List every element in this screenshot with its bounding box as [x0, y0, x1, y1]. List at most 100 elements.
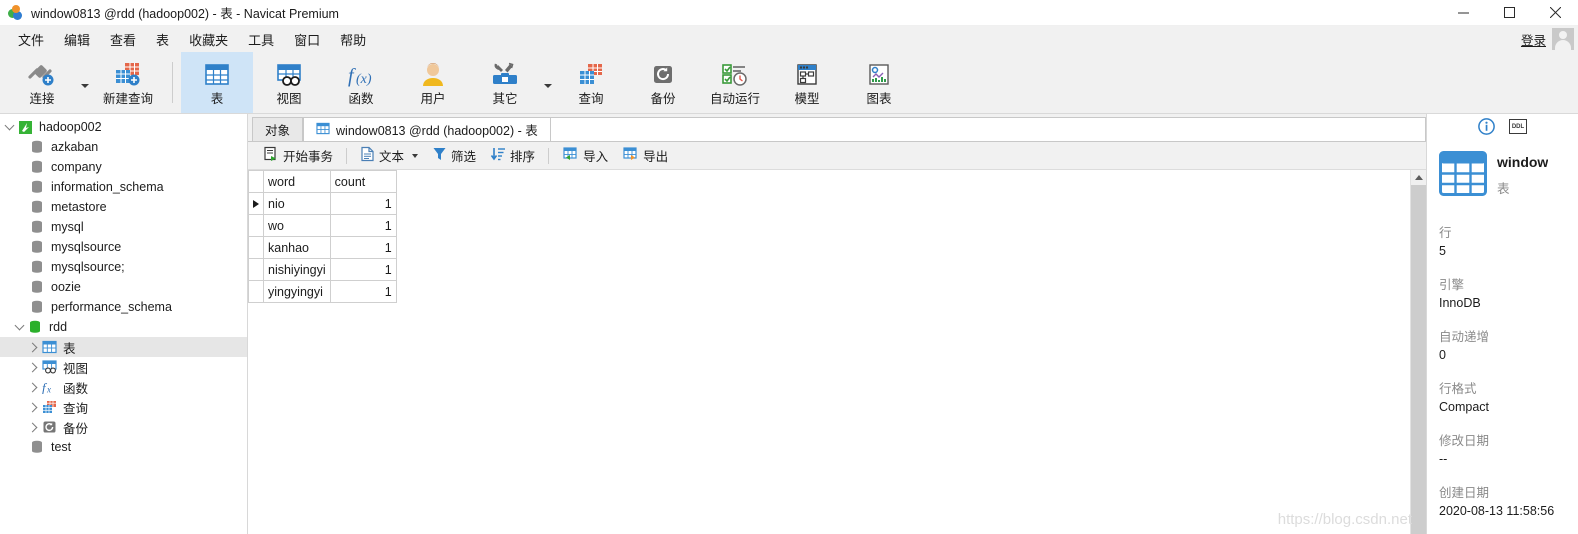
table-row[interactable]: yingyingyi 1 [248, 280, 397, 303]
user-avatar-icon[interactable] [1552, 28, 1574, 50]
connection-dropdown-caret-icon[interactable] [78, 52, 92, 113]
maximize-icon[interactable] [1486, 0, 1532, 26]
data-grid[interactable]: word count nio 1 wo 1 kanhao 1 nishiying… [248, 170, 397, 303]
cell-count[interactable]: 1 [329, 214, 397, 237]
grid-tool-label: 排序 [510, 150, 536, 164]
twisty-right-icon[interactable] [26, 382, 40, 392]
tree-node-mysqlsource-semicolon[interactable]: mysqlsource; [0, 257, 247, 277]
property-key-engine: 引擎 [1439, 278, 1465, 292]
query-icon [40, 400, 58, 414]
menu-item-tools[interactable]: 工具 [238, 28, 284, 51]
tree-node-mysql[interactable]: mysql [0, 217, 247, 237]
cell-count[interactable]: 1 [329, 258, 397, 281]
menu-item-help[interactable]: 帮助 [330, 28, 376, 51]
backup-icon [40, 420, 58, 434]
tree-node-information-schema[interactable]: information_schema [0, 177, 247, 197]
toolbar-button-view[interactable]: 视图 [253, 52, 325, 113]
tab-window0813-table[interactable]: window0813 @rdd (hadoop002) - 表 [303, 117, 551, 141]
menu-item-file[interactable]: 文件 [8, 28, 54, 51]
grid-vertical-scrollbar[interactable] [1410, 170, 1426, 534]
menu-item-window[interactable]: 窗口 [284, 28, 330, 51]
tree-node-azkaban[interactable]: azkaban [0, 137, 247, 157]
scroll-up-arrow-icon[interactable] [1411, 170, 1426, 186]
toolbar-button-function[interactable]: f (x) 函数 [325, 52, 397, 113]
toolbar-button-query[interactable]: 查询 [555, 52, 627, 113]
toolbar-button-backup[interactable]: 备份 [627, 52, 699, 113]
login-link[interactable]: 登录 [1521, 30, 1546, 49]
cell-word[interactable]: nishiyingyi [263, 258, 331, 281]
database-gray-icon [28, 160, 46, 174]
ddl-button[interactable]: DDL [1509, 119, 1527, 134]
twisty-right-icon[interactable] [26, 342, 40, 352]
twisty-right-icon[interactable] [26, 402, 40, 412]
toolbar-button-other[interactable]: 其它 [469, 52, 541, 113]
toolbar-label: 其它 [492, 91, 518, 106]
cell-word[interactable]: yingyingyi [263, 280, 331, 303]
query-icon [577, 60, 605, 90]
view-icon [40, 360, 58, 374]
twisty-down-icon[interactable] [2, 120, 16, 132]
begin-transaction-button[interactable]: 开始事务 [256, 144, 340, 167]
toolbar-button-new-query[interactable]: 新建查询 [92, 52, 164, 113]
import-button[interactable]: 导入 [555, 144, 615, 167]
table-row[interactable]: wo 1 [248, 214, 397, 237]
menu-item-favorites[interactable]: 收藏夹 [179, 28, 238, 51]
property-value-engine: InnoDB [1439, 296, 1481, 310]
cell-count[interactable]: 1 [329, 236, 397, 259]
tree-node-metastore[interactable]: metastore [0, 197, 247, 217]
toolbar-button-model[interactable]: 模型 [771, 52, 843, 113]
cell-count[interactable]: 1 [329, 280, 397, 303]
tree-node-functions[interactable]: fx 函数 [0, 377, 247, 397]
twisty-right-icon[interactable] [26, 362, 40, 372]
table-row[interactable]: nishiyingyi 1 [248, 258, 397, 281]
chevron-down-icon[interactable] [412, 153, 419, 158]
tree-node-views[interactable]: 视图 [0, 357, 247, 377]
scrollbar-thumb[interactable] [1411, 185, 1426, 534]
cell-count[interactable]: 1 [329, 192, 397, 215]
cell-word[interactable]: wo [263, 214, 331, 237]
toolbar-button-automation[interactable]: 自动运行 [699, 52, 771, 113]
menu-item-edit[interactable]: 编辑 [54, 28, 100, 51]
tree-node-backups[interactable]: 备份 [0, 417, 247, 437]
toolbar-button-table[interactable]: 表 [181, 52, 253, 113]
tree-node-performance-schema[interactable]: performance_schema [0, 297, 247, 317]
new-query-icon [113, 60, 143, 90]
tree-node-oozie[interactable]: oozie [0, 277, 247, 297]
object-tree-sidebar[interactable]: hadoop002 azkaban company information_sc… [0, 114, 248, 534]
twisty-right-icon[interactable] [26, 422, 40, 432]
tree-node-rdd[interactable]: rdd [0, 317, 247, 337]
sort-button[interactable]: 排序 [483, 144, 542, 167]
property-value-created: 2020-08-13 11:58:56 [1439, 504, 1555, 518]
data-grid-area[interactable]: word count nio 1 wo 1 kanhao 1 nishiying… [248, 170, 1410, 534]
toolbar-button-user[interactable]: 用户 [397, 52, 469, 113]
backup-icon [649, 60, 677, 90]
minimize-icon[interactable] [1440, 0, 1486, 26]
toolbar-button-connection[interactable]: 连接 [6, 52, 78, 113]
info-circle-icon[interactable] [1478, 118, 1495, 135]
toolbar-button-chart[interactable]: 图表 [843, 52, 915, 113]
tree-node-mysqlsource[interactable]: mysqlsource [0, 237, 247, 257]
column-header-word[interactable]: word [263, 170, 331, 193]
tree-node-queries[interactable]: 查询 [0, 397, 247, 417]
table-row[interactable]: nio 1 [248, 192, 397, 215]
filter-button[interactable]: 筛选 [425, 144, 483, 167]
close-icon[interactable] [1532, 0, 1578, 26]
tree-node-hadoop002[interactable]: hadoop002 [0, 117, 247, 137]
menu-item-table[interactable]: 表 [146, 28, 179, 51]
tree-node-test[interactable]: test [0, 437, 247, 457]
column-header-count[interactable]: count [329, 170, 397, 193]
twisty-down-icon[interactable] [12, 320, 26, 332]
export-button[interactable]: 导出 [615, 144, 675, 167]
other-dropdown-caret-icon[interactable] [541, 52, 555, 113]
cell-word[interactable]: nio [263, 192, 331, 215]
text-view-button[interactable]: 文本 [353, 144, 425, 167]
table-row[interactable]: kanhao 1 [248, 236, 397, 259]
tree-node-company[interactable]: company [0, 157, 247, 177]
cell-word[interactable]: kanhao [263, 236, 331, 259]
menu-item-view[interactable]: 查看 [100, 28, 146, 51]
object-type: 表 [1497, 182, 1510, 196]
database-gray-icon [28, 260, 46, 274]
tree-node-tables[interactable]: 表 [0, 337, 247, 357]
tree-node-label: information_schema [51, 180, 164, 194]
tab-objects[interactable]: 对象 [252, 117, 304, 141]
